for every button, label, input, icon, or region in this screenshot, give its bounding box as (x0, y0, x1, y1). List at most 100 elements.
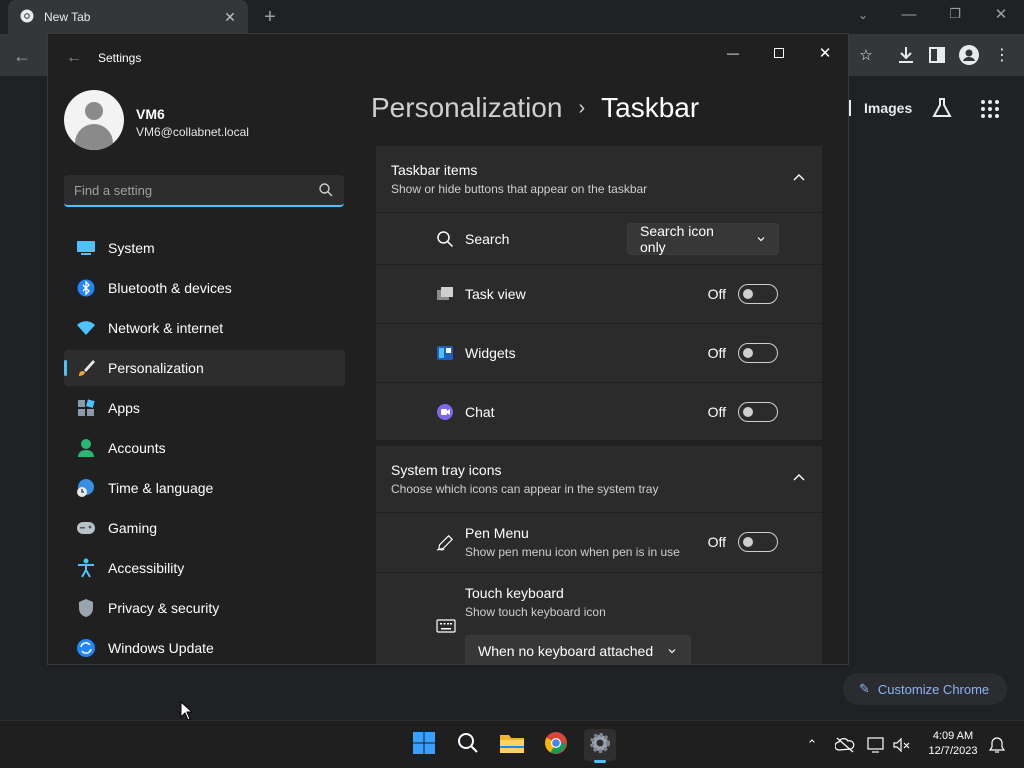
search-box[interactable] (64, 175, 344, 207)
settings-taskbar-button[interactable] (584, 729, 616, 763)
chat-row: Chat Off (376, 382, 822, 440)
chrome-tab[interactable]: New Tab ✕ (8, 0, 248, 34)
close-tab-icon[interactable]: ✕ (220, 9, 240, 26)
gear-icon (588, 731, 612, 760)
chrome-tab-title: New Tab (44, 10, 91, 24)
chrome-taskbar-button[interactable] (540, 729, 572, 761)
back-arrow-icon[interactable]: ← (64, 48, 84, 68)
toggle-state: Off (707, 403, 726, 420)
apps-grid-icon[interactable] (980, 99, 1000, 119)
task-view-toggle[interactable] (738, 284, 778, 304)
breadcrumb-parent[interactable]: Personalization (371, 92, 562, 124)
globe-clock-icon (76, 478, 96, 498)
widgets-toggle[interactable] (738, 343, 778, 363)
notification-bell-icon[interactable] (988, 736, 1006, 754)
nav-label: Gaming (108, 520, 158, 536)
minimize-icon[interactable]: — (898, 4, 920, 24)
nav-label: Accessibility (108, 560, 185, 576)
pen-menu-row: Pen Menu Show pen menu icon when pen is … (376, 512, 822, 572)
chat-toggle[interactable] (738, 401, 778, 422)
update-icon (76, 638, 96, 658)
toggle-state: Off (707, 345, 726, 361)
windows-logo-icon (412, 731, 436, 760)
nav-label: System (108, 240, 155, 256)
side-panel-icon[interactable] (929, 47, 945, 63)
chevron-down-icon[interactable]: ⌄ (852, 6, 874, 24)
brush-icon (76, 358, 96, 378)
nav-item-accessibility[interactable]: Accessibility (64, 550, 345, 586)
shield-icon (76, 598, 96, 618)
nav-item-system[interactable]: System (64, 230, 345, 266)
images-link[interactable]: Images (864, 100, 912, 116)
nav-item-bluetooth[interactable]: Bluetooth & devices (64, 270, 345, 306)
file-explorer-button[interactable] (496, 729, 528, 761)
system-icon (76, 238, 96, 258)
nav-item-gaming[interactable]: Gaming (64, 510, 345, 546)
apps-icon (76, 398, 96, 418)
chevron-down-icon (667, 643, 677, 659)
system-tray-card: System tray icons Choose which icons can… (376, 446, 822, 664)
touch-keyboard-subtitle: Show touch keyboard icon (465, 605, 606, 619)
windows-taskbar: ⌃ 4:09 AM 12/7/2023 (0, 720, 1024, 768)
clock-time: 4:09 AM (932, 730, 974, 742)
menu-dots-icon[interactable]: ⋮ (994, 44, 1010, 66)
nav-item-windows-update[interactable]: Windows Update (64, 630, 345, 664)
back-icon[interactable]: ← (10, 44, 34, 68)
touch-keyboard-row: Touch keyboard Show touch keyboard icon … (376, 572, 822, 664)
nav-label: Personalization (108, 360, 204, 376)
nav-item-personalization[interactable]: Personalization (64, 350, 345, 386)
touch-keyboard-dropdown[interactable]: When no keyboard attached (465, 635, 691, 664)
tray-chevron-up-icon[interactable]: ⌃ (802, 735, 822, 755)
chevron-up-icon[interactable] (792, 471, 806, 485)
search-mode-dropdown[interactable]: Search icon only (627, 223, 779, 255)
taskbar-items-header[interactable]: Taskbar items Show or hide buttons that … (376, 146, 822, 212)
profile-icon[interactable] (959, 45, 979, 65)
download-icon[interactable] (897, 45, 915, 65)
tray-clock[interactable]: 4:09 AM 12/7/2023 (918, 729, 988, 759)
nav-item-network[interactable]: Network & internet (64, 310, 345, 346)
onedrive-offline-icon[interactable] (834, 736, 855, 754)
search-label: Search (465, 230, 510, 247)
accessibility-icon (76, 558, 96, 578)
new-tab-icon[interactable]: + (258, 6, 282, 28)
labs-flask-icon[interactable] (931, 97, 953, 119)
pen-menu-toggle[interactable] (738, 532, 778, 552)
widgets-label: Widgets (465, 345, 516, 361)
customize-chrome-label: Customize Chrome (877, 681, 990, 697)
start-button[interactable] (408, 729, 440, 761)
settings-minimize-icon[interactable]: — (710, 40, 756, 66)
volume-muted-icon[interactable] (892, 736, 912, 754)
close-window-icon[interactable]: ✕ (990, 4, 1012, 24)
chevron-up-icon[interactable] (792, 171, 806, 185)
nav-item-accounts[interactable]: Accounts (64, 430, 345, 466)
search-input[interactable] (74, 182, 318, 198)
settings-maximize-icon[interactable] (756, 40, 802, 66)
section-title: Taskbar items (391, 162, 478, 178)
avatar[interactable] (64, 90, 124, 150)
search-icon (318, 182, 334, 198)
taskbar-items-card: Taskbar items Show or hide buttons that … (376, 146, 822, 440)
touch-keyboard-label: Touch keyboard (465, 585, 564, 601)
nav-label: Bluetooth & devices (108, 280, 232, 296)
section-title: System tray icons (391, 462, 502, 478)
settings-sidebar: ← Settings VM6 VM6@collabnet.local Syste… (48, 34, 360, 664)
chat-label: Chat (465, 403, 495, 420)
customize-chrome-button[interactable]: ✎ Customize Chrome (843, 673, 1007, 705)
nav-item-apps[interactable]: Apps (64, 390, 345, 426)
system-tray-header[interactable]: System tray icons Choose which icons can… (376, 446, 822, 512)
nav-item-privacy[interactable]: Privacy & security (64, 590, 345, 626)
bookmark-star-icon[interactable]: ☆ (855, 44, 877, 66)
widgets-icon (436, 344, 454, 362)
person-icon (76, 438, 96, 458)
user-email: VM6@collabnet.local (136, 125, 249, 139)
taskbar-search-button[interactable] (452, 729, 484, 761)
nav-item-time-language[interactable]: Time & language (64, 470, 345, 506)
divider (849, 100, 851, 116)
restore-icon[interactable]: ❐ (944, 4, 966, 24)
mouse-cursor-icon (180, 700, 194, 721)
toggle-state: Off (707, 286, 726, 302)
network-icon[interactable] (867, 736, 887, 754)
nav-label: Privacy & security (108, 600, 220, 616)
widgets-row: Widgets Off (376, 323, 822, 382)
settings-close-icon[interactable]: ✕ (802, 40, 848, 66)
